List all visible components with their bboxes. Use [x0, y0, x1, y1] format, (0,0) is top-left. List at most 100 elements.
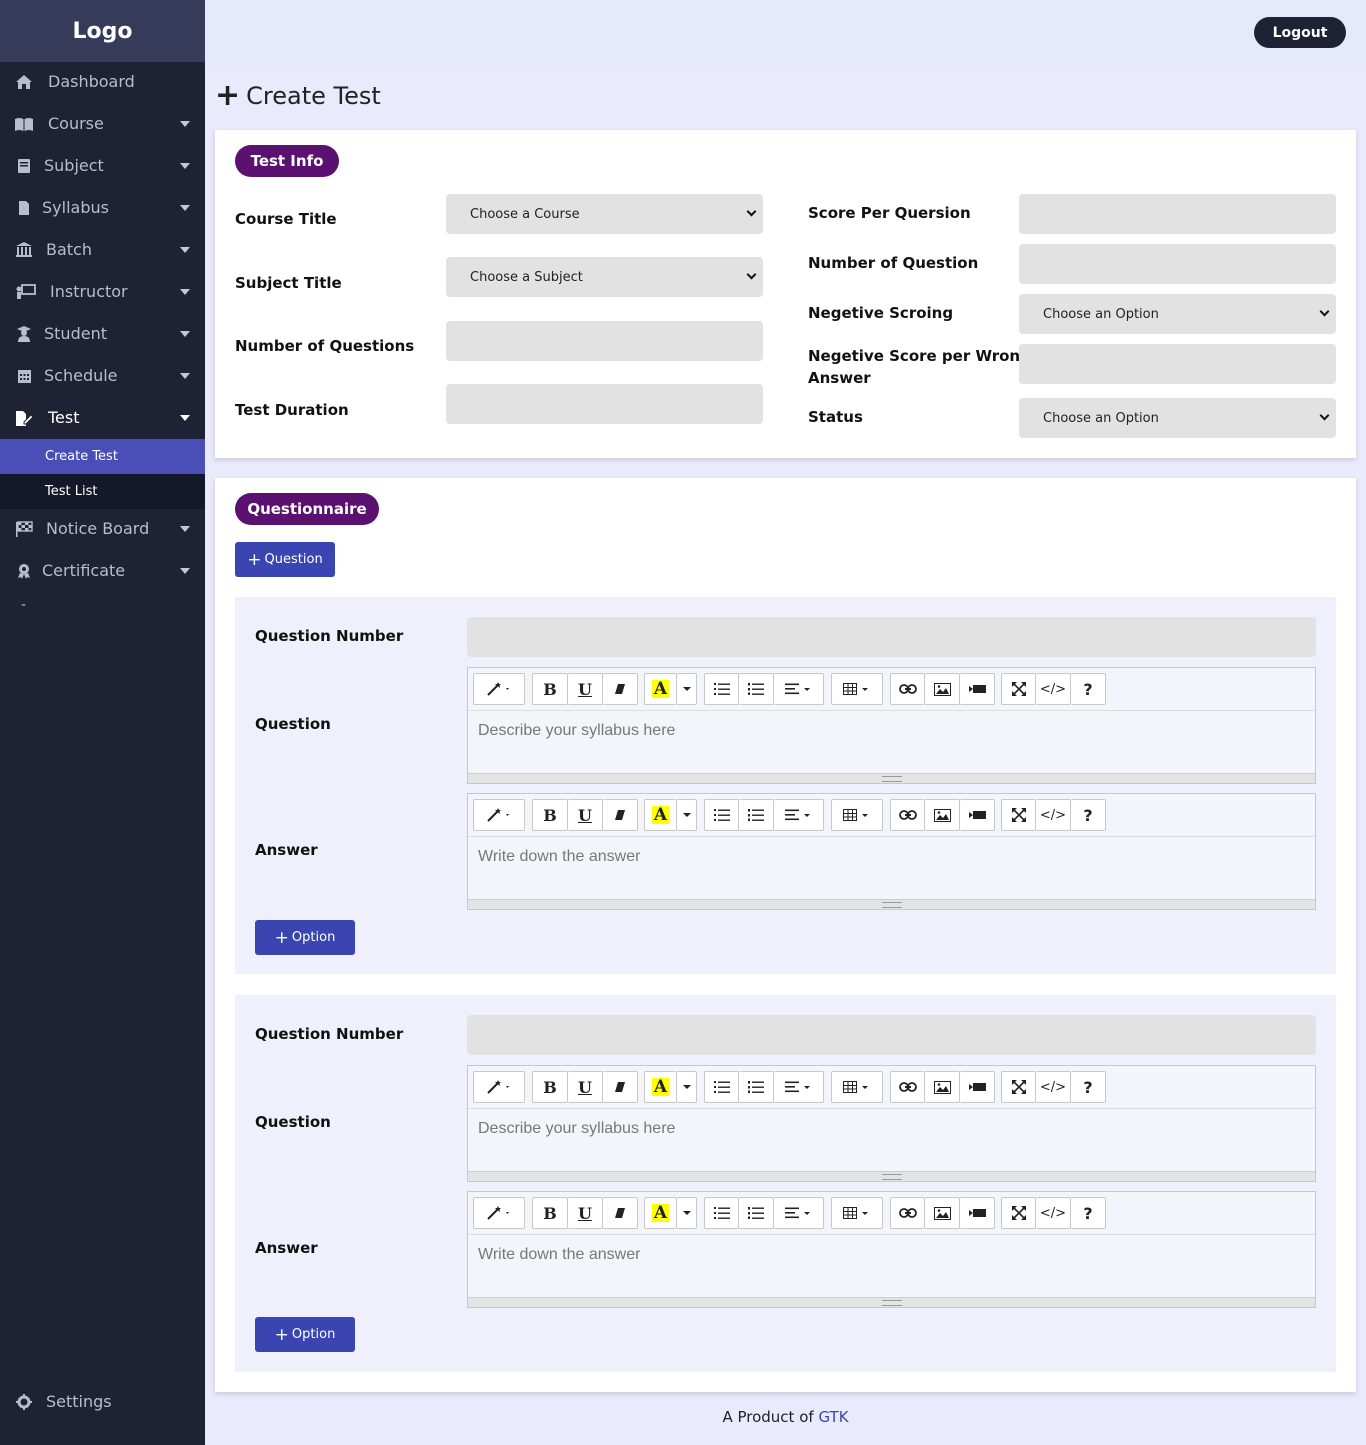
unordered-list-icon[interactable] — [704, 1071, 739, 1103]
eraser-icon[interactable] — [603, 799, 638, 831]
add-option-button[interactable]: + Option — [255, 920, 355, 955]
image-icon[interactable] — [925, 1197, 960, 1229]
question-number-input[interactable] — [467, 1015, 1316, 1055]
code-view-button[interactable]: </> — [1036, 1071, 1071, 1103]
answer-editor[interactable]: B U A </> ? Write down the answer — [467, 1191, 1316, 1308]
code-view-button[interactable]: </> — [1036, 673, 1071, 705]
fullscreen-icon[interactable] — [1001, 1071, 1036, 1103]
sidebar-item-dashboard[interactable]: Dashboard — [0, 61, 205, 103]
eraser-icon[interactable] — [603, 1071, 638, 1103]
sidebar-item-syllabus[interactable]: Syllabus — [0, 187, 205, 229]
sidebar-item-notice-board[interactable]: Notice Board — [0, 508, 205, 550]
editor-resize-handle[interactable] — [468, 773, 1315, 783]
fullscreen-icon[interactable] — [1001, 673, 1036, 705]
magic-wand-icon[interactable] — [473, 1071, 525, 1103]
help-button[interactable]: ? — [1071, 799, 1106, 831]
editor-resize-handle[interactable] — [468, 1297, 1315, 1307]
question-editor[interactable]: B U A </> ? Describe your syllabus here — [467, 667, 1316, 784]
font-color-button[interactable]: A — [644, 1071, 677, 1103]
font-color-dropdown[interactable] — [677, 1197, 697, 1229]
help-button[interactable]: ? — [1071, 673, 1106, 705]
editor-resize-handle[interactable] — [468, 899, 1315, 909]
ordered-list-icon[interactable] — [739, 1071, 774, 1103]
magic-wand-icon[interactable] — [473, 673, 525, 705]
course-select[interactable]: Choose a Course — [446, 194, 763, 234]
font-color-dropdown[interactable] — [677, 673, 697, 705]
unordered-list-icon[interactable] — [704, 673, 739, 705]
eraser-icon[interactable] — [603, 673, 638, 705]
font-color-button[interactable]: A — [644, 673, 677, 705]
underline-button[interactable]: U — [568, 799, 603, 831]
editor-resize-handle[interactable] — [468, 1171, 1315, 1181]
footer-brand-link[interactable]: GTK — [818, 1408, 848, 1426]
number-of-question-input[interactable] — [1019, 244, 1336, 284]
bold-button[interactable]: B — [532, 1071, 568, 1103]
align-icon[interactable] — [774, 799, 824, 831]
font-color-dropdown[interactable] — [677, 1071, 697, 1103]
fullscreen-icon[interactable] — [1001, 1197, 1036, 1229]
add-option-button[interactable]: + Option — [255, 1317, 355, 1352]
eraser-icon[interactable] — [603, 1197, 638, 1229]
link-icon[interactable] — [890, 673, 925, 705]
sidebar-item-course[interactable]: Course — [0, 103, 205, 145]
code-view-button[interactable]: </> — [1036, 1197, 1071, 1229]
table-icon[interactable] — [831, 673, 883, 705]
sidebar-subitem-test-list[interactable]: Test List — [0, 474, 205, 509]
ordered-list-icon[interactable] — [739, 799, 774, 831]
image-icon[interactable] — [925, 673, 960, 705]
sidebar-item-test[interactable]: Test — [0, 397, 205, 439]
font-color-button[interactable]: A — [644, 1197, 677, 1229]
test-duration-input[interactable] — [446, 384, 763, 424]
sidebar-item-instructor[interactable]: Instructor — [0, 271, 205, 313]
sidebar-item-certificate[interactable]: Certificate — [0, 550, 205, 592]
align-icon[interactable] — [774, 673, 824, 705]
sidebar-item-student[interactable]: Student — [0, 313, 205, 355]
sidebar-item-settings[interactable]: Settings — [0, 1384, 205, 1420]
font-color-button[interactable]: A — [644, 799, 677, 831]
table-icon[interactable] — [831, 1197, 883, 1229]
unordered-list-icon[interactable] — [704, 1197, 739, 1229]
ordered-list-icon[interactable] — [739, 1197, 774, 1229]
table-icon[interactable] — [831, 799, 883, 831]
video-icon[interactable] — [960, 799, 995, 831]
ordered-list-icon[interactable] — [739, 673, 774, 705]
magic-wand-icon[interactable] — [473, 799, 525, 831]
sidebar-item-schedule[interactable]: Schedule — [0, 355, 205, 397]
status-select[interactable]: Choose an Option — [1019, 398, 1336, 438]
video-icon[interactable] — [960, 673, 995, 705]
bold-button[interactable]: B — [532, 673, 568, 705]
unordered-list-icon[interactable] — [704, 799, 739, 831]
logout-button[interactable]: Logout — [1254, 17, 1346, 48]
subject-select[interactable]: Choose a Subject — [446, 257, 763, 297]
underline-button[interactable]: U — [568, 1071, 603, 1103]
help-button[interactable]: ? — [1071, 1197, 1106, 1229]
answer-editor[interactable]: B U A </> ? Write down the answer — [467, 793, 1316, 910]
underline-button[interactable]: U — [568, 673, 603, 705]
image-icon[interactable] — [925, 1071, 960, 1103]
link-icon[interactable] — [890, 1071, 925, 1103]
link-icon[interactable] — [890, 1197, 925, 1229]
image-icon[interactable] — [925, 799, 960, 831]
align-icon[interactable] — [774, 1197, 824, 1229]
add-question-button[interactable]: + Question — [235, 542, 335, 577]
question-number-input[interactable] — [467, 617, 1316, 657]
sidebar-item-batch[interactable]: Batch — [0, 229, 205, 271]
underline-button[interactable]: U — [568, 1197, 603, 1229]
bold-button[interactable]: B — [532, 1197, 568, 1229]
logo[interactable]: Logo — [0, 0, 205, 62]
sidebar-item-subject[interactable]: Subject — [0, 145, 205, 187]
video-icon[interactable] — [960, 1071, 995, 1103]
score-per-question-input[interactable] — [1019, 194, 1336, 234]
fullscreen-icon[interactable] — [1001, 799, 1036, 831]
font-color-dropdown[interactable] — [677, 799, 697, 831]
question-editor[interactable]: B U A </> ? Describe your syllabus here — [467, 1065, 1316, 1182]
align-icon[interactable] — [774, 1071, 824, 1103]
video-icon[interactable] — [960, 1197, 995, 1229]
link-icon[interactable] — [890, 799, 925, 831]
negative-score-per-wrong-input[interactable] — [1019, 344, 1336, 384]
code-view-button[interactable]: </> — [1036, 799, 1071, 831]
magic-wand-icon[interactable] — [473, 1197, 525, 1229]
negative-scoring-select[interactable]: Choose an Option — [1019, 294, 1336, 334]
number-of-questions-input[interactable] — [446, 321, 763, 361]
help-button[interactable]: ? — [1071, 1071, 1106, 1103]
